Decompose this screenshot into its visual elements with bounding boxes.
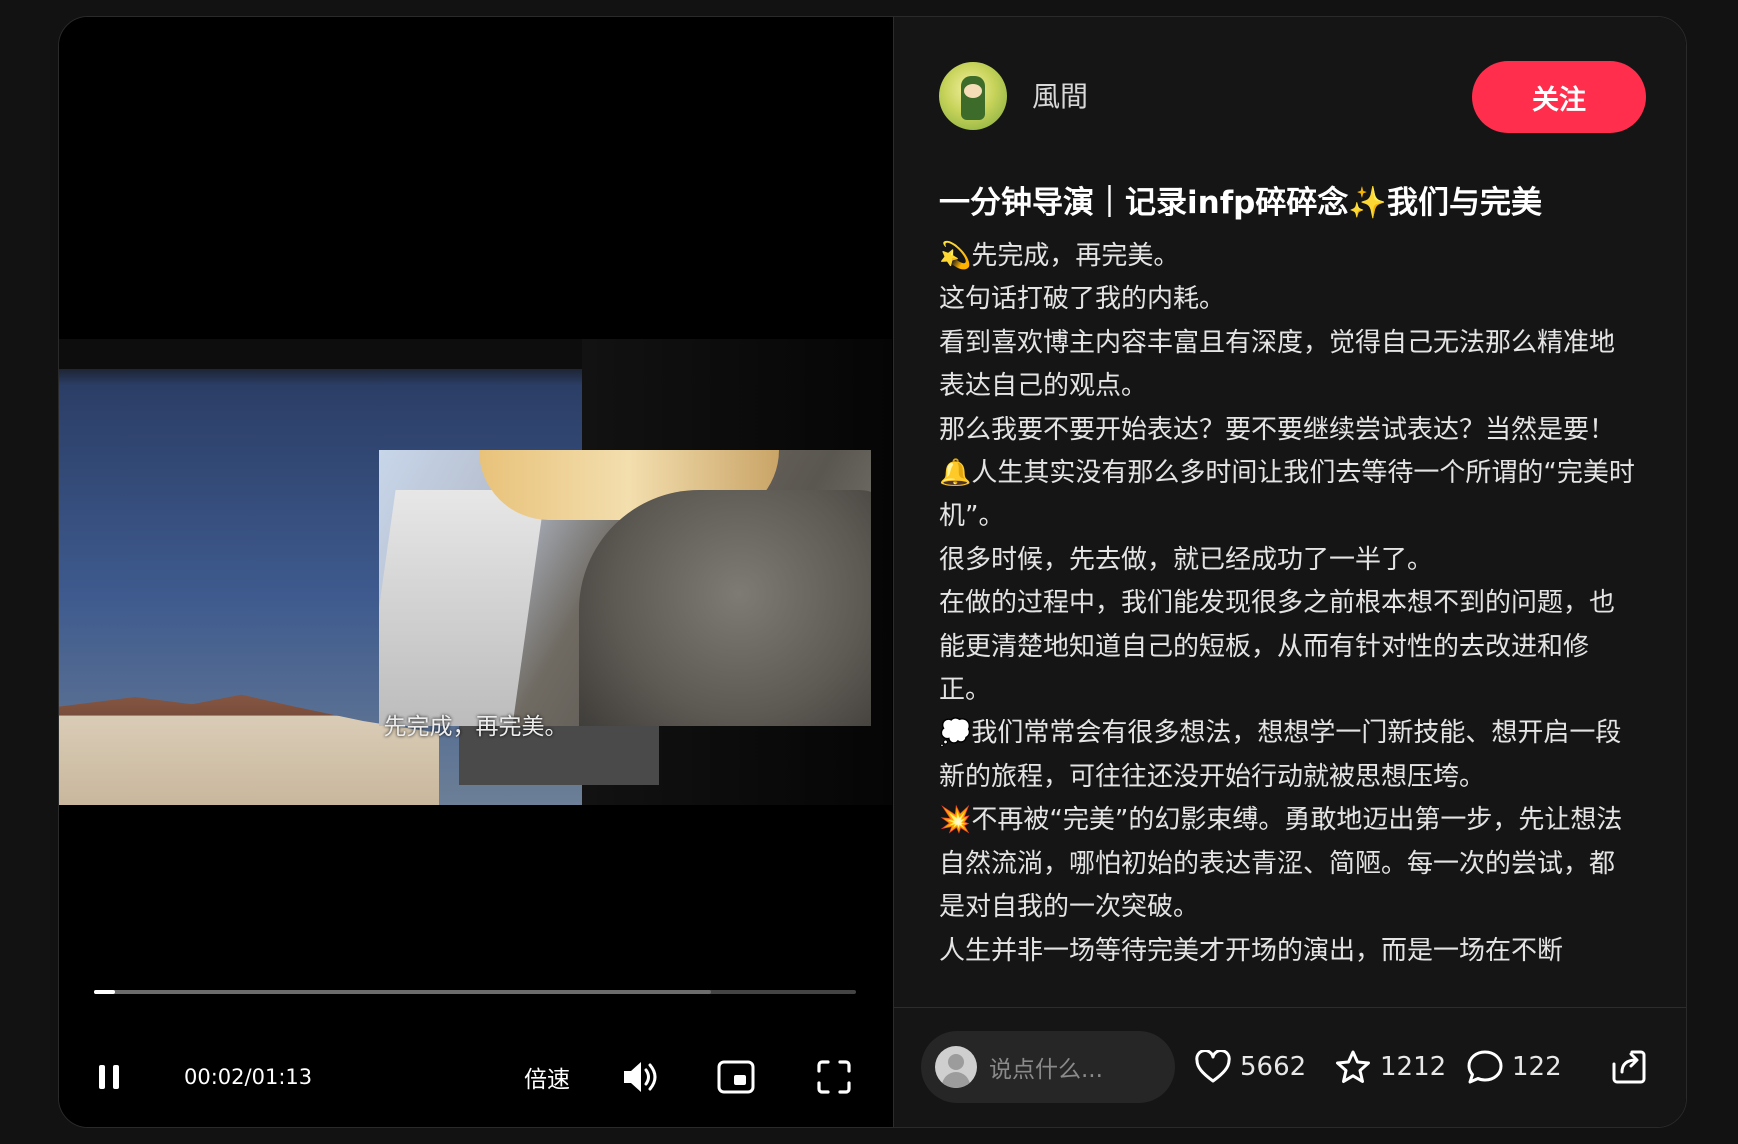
progress-bar[interactable] [94,990,856,994]
progress-buffered [94,990,712,994]
post-info-panel: 風間 关注 一分钟导演｜记录infp碎碎念✨我们与完美 💫先完成，再完美。 这句… [893,17,1686,1127]
time-display: 00:02/01:13 [184,1065,313,1089]
favorite-button[interactable]: 1212 [1334,1031,1446,1103]
fullscreen-button[interactable] [809,1047,859,1107]
star-icon [1336,1050,1370,1083]
favorite-count: 1212 [1380,1052,1447,1082]
video-controls: 00:02/01:13 倍速 [59,1047,892,1107]
post-detail-window: 先完成，再完美。 00:02/01:13 倍速 風間 关注 一分钟导演｜记录in… [58,16,1687,1128]
follow-button[interactable]: 关注 [1472,61,1646,133]
like-count: 5662 [1240,1052,1307,1082]
share-icon [1612,1050,1646,1084]
picture-in-picture-icon [717,1060,755,1094]
engagement-bar: 说点什么... 5662 1212 122 [894,1027,1686,1105]
author-name[interactable]: 風間 [1032,75,1088,115]
fullscreen-icon [817,1060,851,1094]
desc-line: 这句话打破了我的内耗。 [939,284,1226,315]
desc-line: 人生并非一场等待完美才开场的演出，而是一场在不断 [939,935,1564,966]
comment-bubble-icon [1467,1050,1503,1084]
divider [894,1007,1686,1008]
desc-line: 💭我们常常会有很多想法，想想学一门新技能、想开启一段新的旅程，可往往还没开始行动… [939,718,1622,792]
pause-icon [99,1065,119,1089]
video-player[interactable]: 先完成，再完美。 00:02/01:13 倍速 [59,17,892,1127]
heart-icon [1195,1050,1231,1083]
post-title: 一分钟导演｜记录infp碎碎念✨我们与完美 [939,185,1542,221]
desc-line: 在做的过程中，我们能发现很多之前根本想不到的问题，也能更清楚地知道自己的短板，从… [939,588,1616,706]
user-avatar-icon [935,1046,977,1088]
mini-player-button[interactable] [711,1047,761,1107]
inset-clip [379,450,871,726]
desc-line: 💥不再被“完美”的幻影束缚。勇敢地迈出第一步，先让想法自然流淌，哪怕初始的表达青… [939,805,1623,923]
speed-button[interactable]: 倍速 [507,1047,587,1107]
volume-button[interactable] [615,1047,665,1107]
desc-line: 💫先完成，再完美。 [939,241,1180,271]
desc-line: 那么我要不要开始表达？要不要继续尝试表达？当然是要！ [939,414,1616,445]
like-button[interactable]: 5662 [1194,1031,1306,1103]
pause-button[interactable] [87,1047,131,1107]
desc-line: 很多时候，先去做，就已经成功了一半了。 [939,544,1434,575]
comment-count: 122 [1512,1052,1562,1082]
comment-placeholder: 说点什么... [989,1057,1103,1083]
share-button[interactable] [1610,1031,1648,1103]
volume-icon [624,1062,657,1092]
progress-played [94,990,115,994]
post-description: 💫先完成，再完美。 这句话打破了我的内耗。 看到喜欢博主内容丰富且有深度，觉得自… [939,235,1639,1006]
desc-line: 🔔人生其实没有那么多时间让我们去等待一个所谓的“完美时机”。 [939,458,1635,532]
video-subtitle: 先完成，再完美。 [383,714,568,740]
author-avatar[interactable] [939,62,1007,130]
comment-input[interactable]: 说点什么... [921,1031,1175,1103]
comment-button[interactable]: 122 [1466,1031,1562,1103]
desc-line: 看到喜欢博主内容丰富且有深度，觉得自己无法那么精准地表达自己的观点。 [939,327,1616,402]
